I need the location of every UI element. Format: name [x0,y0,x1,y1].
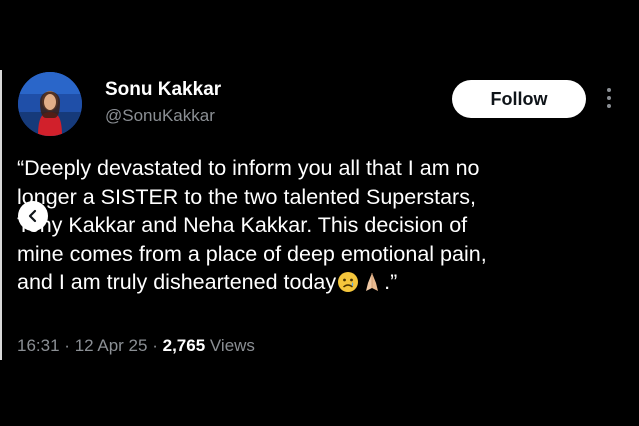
tweet-line-last: and I am truly disheartened today .” [17,268,617,297]
tweet-card: Sonu Kakkar @SonuKakkar Follow “Deeply d… [0,0,639,426]
author-display-name[interactable]: Sonu Kakkar [105,79,221,101]
tweet-line-text: and I am truly disheartened today [17,270,337,294]
tweet-line: longer a SISTER to the two talented Supe… [17,184,476,209]
meta-separator: · [152,336,158,355]
chevron-left-icon[interactable] [18,201,48,231]
sad-face-emoji [337,271,359,293]
avatar-photo [18,72,82,136]
follow-button[interactable]: Follow [452,80,586,118]
views-label: Views [209,336,255,355]
tweet-line: Tony Kakkar and Neha Kakkar. This decisi… [17,213,468,237]
folded-hands-emoji [361,271,383,293]
tweet-date[interactable]: 12 Apr 25 [75,336,148,355]
views-count: 2,765 [162,336,206,355]
tweet-time[interactable]: 16:31 [17,336,60,355]
tweet-line: “Deeply devastated to inform you all tha… [17,156,480,180]
vertical-dots-icon[interactable] [604,84,614,112]
avatar[interactable] [18,72,82,136]
left-edge-divider [0,70,2,360]
tweet-text: “Deeply devastated to inform you all tha… [17,154,617,297]
tweet-closing-quote: .” [384,270,398,294]
author-handle[interactable]: @SonuKakkar [105,106,215,126]
tweet-line: mine comes from a place of deep emotiona… [17,241,487,266]
meta-separator: · [64,336,70,355]
tweet-meta: 16:31 · 12 Apr 25 · 2,765 Views [17,336,255,356]
